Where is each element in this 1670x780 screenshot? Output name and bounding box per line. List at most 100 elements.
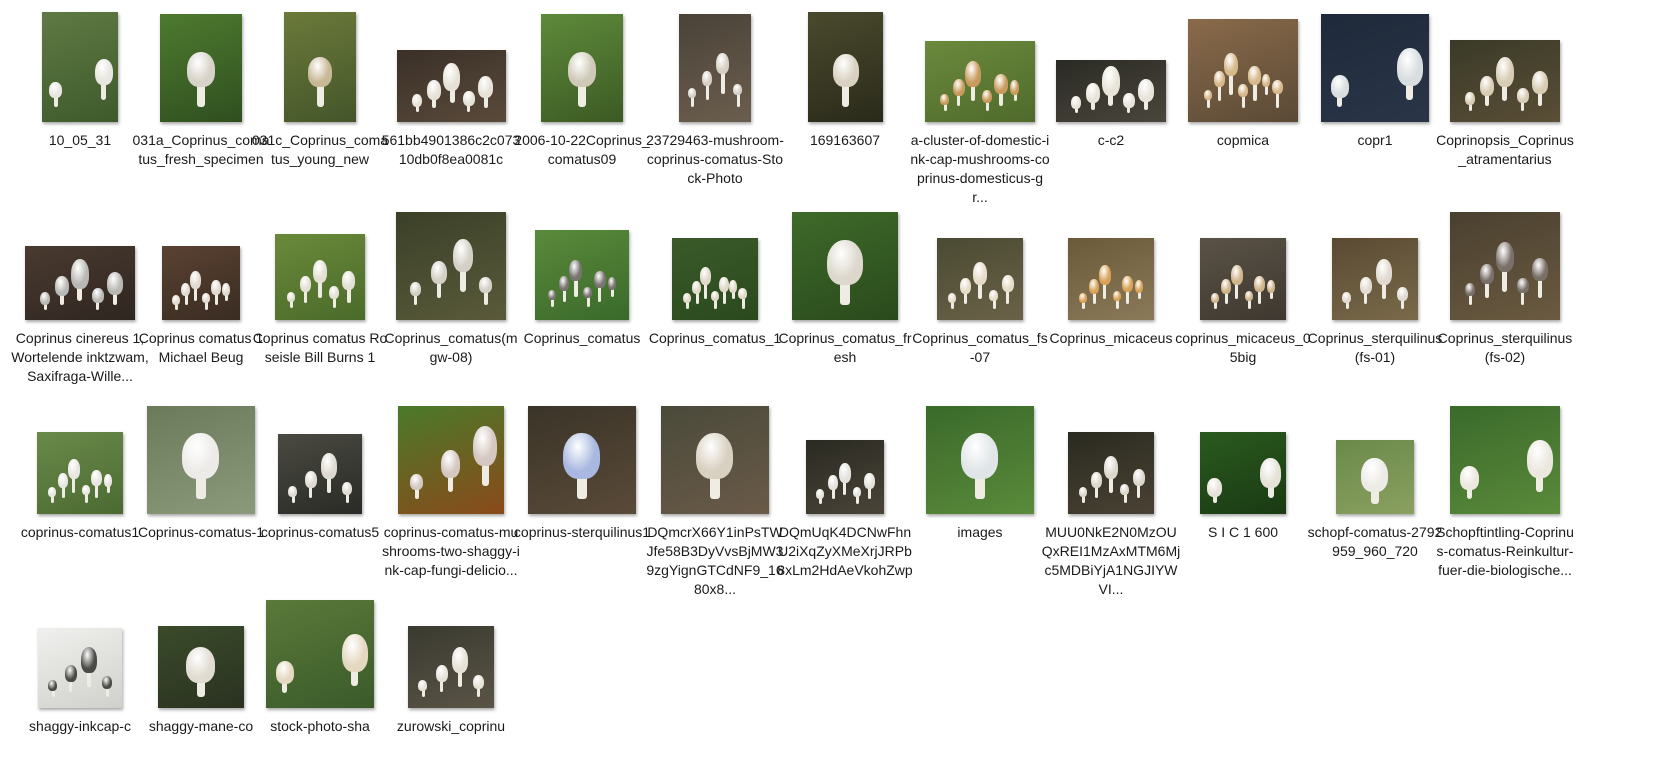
mushroom-cap	[1496, 57, 1514, 87]
mushroom-photo-thumbnail[interactable]	[937, 238, 1023, 320]
file-item-shaggy-inkcap-c[interactable]: shaggy-inkcap-c	[10, 598, 150, 780]
file-item-coprinus-comatus1[interactable]: coprinus-comatus1	[10, 404, 150, 604]
mushroom-photo-thumbnail[interactable]	[266, 600, 374, 708]
mushroom-photo-thumbnail[interactable]	[1068, 432, 1154, 514]
file-item-coprinus-sterquilinus1[interactable]: coprinus-sterquilinus1	[512, 404, 652, 604]
mushroom-photo-thumbnail[interactable]	[679, 14, 751, 122]
mushroom-photo-thumbnail[interactable]	[672, 238, 758, 320]
file-name-label: MUU0NkE2N0MzOUQxREI1MzAxMTM6Mjc5MDBiYjA1…	[1041, 524, 1181, 597]
mushroom-cap	[427, 80, 441, 100]
mushroom-photo-thumbnail[interactable]	[38, 628, 122, 708]
mushroom-photo-thumbnail[interactable]	[1200, 238, 1286, 320]
mushroom-cap	[436, 665, 448, 682]
file-item-coprinus-micaceus-05big[interactable]: coprinus_micaceus_05big	[1173, 210, 1313, 410]
file-name-label: DQmcrX66Y1inPsTWJfe58B3DyVvsBjMW39zgYign…	[646, 524, 784, 597]
file-item-dqmuqk4dcnwfhnu2ixqzyxmexrjjrpb8xlm2hdae[interactable]: DQmUqK4DCNwFhnU2iXqZyXMeXrjJRPb8xLm2HdAe…	[775, 404, 915, 604]
file-item-coprinus-sterquilinus-fs-02[interactable]: Coprinus_sterquilinus(fs-02)	[1435, 210, 1575, 410]
file-name-label: Coprinus_comatus_fs-07	[912, 330, 1048, 365]
mushroom-photo-thumbnail[interactable]	[1200, 432, 1286, 514]
mushroom-photo-thumbnail[interactable]	[661, 406, 769, 514]
file-item-s-i-c-1-600[interactable]: S I C 1 600	[1173, 404, 1313, 604]
mushroom-cap	[308, 57, 332, 87]
mushroom-cap	[431, 261, 447, 284]
mushroom-photo-thumbnail[interactable]	[147, 406, 255, 514]
file-item-10-05-31[interactable]: 10_05_31	[10, 12, 150, 212]
file-item-coprinus-comatus-fresh[interactable]: Coprinus_comatus_fresh	[775, 210, 915, 410]
mushroom-photo-thumbnail[interactable]	[158, 626, 244, 708]
mushroom-photo-thumbnail[interactable]	[535, 230, 629, 320]
mushroom-cap	[1238, 84, 1248, 97]
mushroom-photo-thumbnail[interactable]	[1450, 406, 1560, 514]
mushroom-photo-thumbnail[interactable]	[396, 212, 506, 320]
mushroom-photo-thumbnail[interactable]	[792, 212, 898, 320]
mushroom-cap	[1331, 75, 1349, 98]
file-item-coprinus-sterquilinus-fs-01[interactable]: Coprinus_sterquilinus(fs-01)	[1305, 210, 1445, 410]
mushroom-cap	[82, 485, 90, 495]
thumbnail-container	[1173, 12, 1313, 122]
mushroom-photo-thumbnail[interactable]	[25, 246, 135, 320]
file-item-coprinus-comatus5[interactable]: coprinus-comatus5	[250, 404, 390, 604]
mushroom-photo-thumbnail[interactable]	[1450, 212, 1560, 320]
mushroom-photo-thumbnail[interactable]	[808, 12, 883, 122]
thumbnail-container	[775, 404, 915, 514]
file-item-c-c2[interactable]: c-c2	[1041, 12, 1181, 212]
mushroom-photo-thumbnail[interactable]	[278, 434, 362, 514]
file-item-stock-photo-sha[interactable]: stock-photo-sha	[250, 598, 390, 780]
file-item-schopf-comatus-2792959-960-720[interactable]: schopf-comatus-2792959_960_720	[1305, 404, 1445, 604]
mushroom-photo-thumbnail[interactable]	[42, 12, 118, 122]
file-item-coprinus-comatus-1[interactable]: Coprinus_comatus_1	[645, 210, 785, 410]
file-item-copr1[interactable]: copr1	[1305, 12, 1445, 212]
mushroom-photo-thumbnail[interactable]	[408, 626, 494, 708]
file-item-coprinus-comatus-fs-07[interactable]: Coprinus_comatus_fs-07	[910, 210, 1050, 410]
file-item-coprinus-comatus[interactable]: Coprinus_comatus	[512, 210, 652, 410]
file-item-coprinus-cinereus-1-wortelende-inktzwam-[interactable]: Coprinus cinereus 1, Wortelende inktzwam…	[10, 210, 150, 410]
file-item-a-cluster-of-domestic-ink-cap-mushrooms-[interactable]: a-cluster-of-domestic-ink-cap-mushrooms-…	[910, 12, 1050, 212]
mushroom-cap	[965, 61, 981, 87]
mushroom-photo-thumbnail[interactable]	[397, 50, 506, 122]
mushroom-photo-thumbnail[interactable]	[1321, 14, 1429, 122]
file-item-coprinopsis-coprinus-atramentarius[interactable]: Coprinopsis_Coprinus_atramentarius	[1435, 12, 1575, 212]
mushroom-photo-thumbnail[interactable]	[284, 12, 356, 122]
file-item-coprinus-micaceus[interactable]: Coprinus_micaceus	[1041, 210, 1181, 410]
file-item-561bb4901386c2c07310db0f8ea0081c[interactable]: 561bb4901386c2c07310db0f8ea0081c	[381, 12, 521, 212]
mushroom-photo-thumbnail[interactable]	[1068, 238, 1154, 320]
file-item-images[interactable]: images	[910, 404, 1050, 604]
file-item-23729463-mushroom-coprinus-comatus-stock[interactable]: 23729463-mushroom-coprinus-comatus-Stock…	[645, 12, 785, 212]
mushroom-photo-thumbnail[interactable]	[528, 406, 636, 514]
file-item-coprinus-comatus-mgw-08[interactable]: Coprinus_comatus(mgw-08)	[381, 210, 521, 410]
mushroom-photo-thumbnail[interactable]	[925, 41, 1035, 122]
file-item-schopftintling-coprinus-comatus-reinkult[interactable]: Schopftintling-Coprinus-comatus-Reinkult…	[1435, 404, 1575, 604]
file-item-2006-10-22coprinus-comatus09[interactable]: 2006-10-22Coprinus_comatus09	[512, 12, 652, 212]
file-item-169163607[interactable]: 169163607	[775, 12, 915, 212]
file-item-muu0nke2n0mzouqxrei1mzaxmtm6mjc5mdbiyja1[interactable]: MUU0NkE2N0MzOUQxREI1MzAxMTM6Mjc5MDBiYjA1…	[1041, 404, 1181, 604]
mushroom-photo-thumbnail[interactable]	[1056, 60, 1166, 122]
mushroom-cap	[1099, 265, 1111, 285]
file-item-copmica[interactable]: copmica	[1173, 12, 1313, 212]
file-name-label: 169163607	[809, 132, 881, 148]
file-item-dqmcrx66y1inpstwjfe58b3dyvvsbjmw39zgyign[interactable]: DQmcrX66Y1inPsTWJfe58B3DyVvsBjMW39zgYign…	[645, 404, 785, 604]
mushroom-cap	[1079, 487, 1087, 497]
file-item-coprinus-comatus-roseisle-bill-burns-1[interactable]: Coprinus comatus Roseisle Bill Burns 1	[250, 210, 390, 410]
mushroom-cap	[1267, 280, 1275, 293]
mushroom-photo-thumbnail[interactable]	[160, 14, 242, 122]
mushroom-cap	[683, 293, 691, 303]
mushroom-photo-thumbnail[interactable]	[1336, 440, 1414, 514]
mushroom-photo-thumbnail[interactable]	[1450, 40, 1560, 122]
file-name-label: Coprinus_comatus_1	[648, 330, 782, 346]
mushroom-photo-thumbnail[interactable]	[37, 432, 123, 514]
mushroom-photo-thumbnail[interactable]	[1188, 19, 1298, 122]
mushroom-photo-thumbnail[interactable]	[541, 14, 623, 122]
mushroom-photo-thumbnail[interactable]	[398, 406, 504, 514]
mushroom-photo-thumbnail[interactable]	[162, 246, 240, 320]
file-item-coprinus-comatus-mushrooms-two-shaggy-in[interactable]: coprinus-comatus-mushrooms-two-shaggy-in…	[381, 404, 521, 604]
mushroom-cap	[102, 676, 112, 689]
mushroom-cap	[48, 487, 56, 497]
mushroom-cap	[563, 433, 600, 479]
mushroom-photo-thumbnail[interactable]	[275, 234, 365, 320]
mushroom-cap	[1532, 258, 1548, 281]
mushroom-photo-thumbnail[interactable]	[926, 406, 1034, 514]
file-item-031c-coprinus-comatus-young-new[interactable]: 031c_Coprinus_comatus_young_new	[250, 12, 390, 212]
mushroom-photo-thumbnail[interactable]	[1332, 238, 1418, 320]
mushroom-photo-thumbnail[interactable]	[806, 440, 884, 514]
file-item-zurowski-coprinu[interactable]: zurowski_coprinu	[381, 598, 521, 780]
